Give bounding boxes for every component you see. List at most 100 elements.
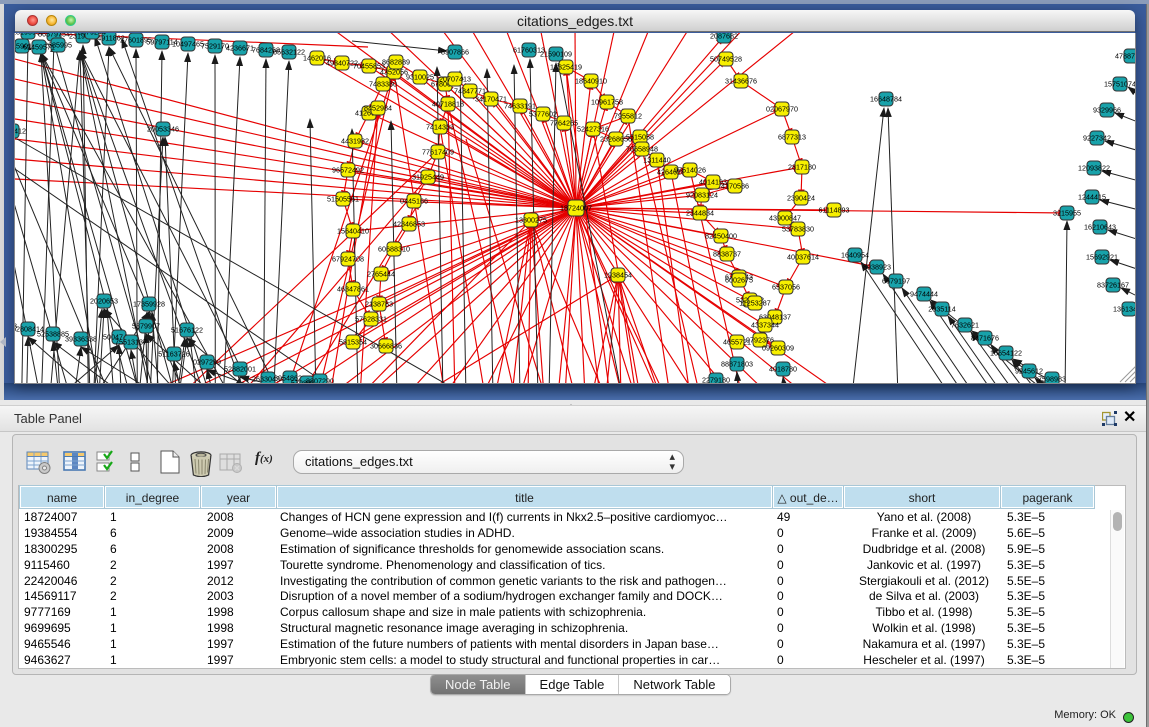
svg-text:21590109: 21590109 xyxy=(540,50,572,59)
svg-text:2390424: 2390424 xyxy=(787,194,815,203)
svg-text:75513137: 75513137 xyxy=(115,338,147,347)
svg-text:13300275: 13300275 xyxy=(515,216,547,225)
svg-text:50749528: 50749528 xyxy=(710,55,742,64)
svg-text:1938454: 1938454 xyxy=(604,271,632,280)
svg-text:7777412: 7777412 xyxy=(15,127,26,136)
svg-text:34170471: 34170471 xyxy=(475,95,507,104)
svg-text:0297299: 0297299 xyxy=(193,358,221,367)
svg-text:15751074: 15751074 xyxy=(1104,80,1135,89)
svg-text:2020653: 2020653 xyxy=(90,297,118,306)
svg-text:8838737: 8838737 xyxy=(713,250,741,259)
svg-text:4337344: 4337344 xyxy=(751,321,779,330)
svg-text:31436676: 31436676 xyxy=(725,77,757,86)
svg-text:18640910: 18640910 xyxy=(575,77,607,86)
svg-text:96572492: 96572492 xyxy=(332,166,364,175)
svg-text:7483380: 7483380 xyxy=(369,80,397,89)
svg-text:17359928: 17359928 xyxy=(133,300,165,309)
svg-text:1640954: 1640954 xyxy=(841,251,869,260)
svg-text:2935114: 2935114 xyxy=(928,305,955,314)
svg-text:1244415: 1244415 xyxy=(1078,193,1106,202)
svg-text:16648784: 16648784 xyxy=(870,95,902,104)
svg-text:6679197: 6679197 xyxy=(882,277,910,286)
svg-text:8807290: 8807290 xyxy=(306,377,334,385)
svg-text:88871803: 88871803 xyxy=(721,360,753,369)
svg-text:40037614: 40037614 xyxy=(787,253,819,262)
svg-text:09260309: 09260309 xyxy=(762,344,794,353)
svg-text:7598983: 7598983 xyxy=(1038,375,1066,384)
svg-text:02067970: 02067970 xyxy=(766,105,798,114)
svg-text:11253287: 11253287 xyxy=(739,299,770,308)
svg-text:53783830: 53783830 xyxy=(782,225,814,234)
svg-text:3079244: 3079244 xyxy=(78,33,106,37)
svg-text:70658948: 70658948 xyxy=(626,145,658,154)
svg-text:60688310: 60688310 xyxy=(378,245,410,254)
svg-text:62459571: 62459571 xyxy=(23,43,55,52)
svg-text:5377602: 5377602 xyxy=(529,110,557,119)
svg-text:15692921: 15692921 xyxy=(1086,253,1118,262)
svg-text:20707413: 20707413 xyxy=(439,75,471,84)
svg-text:10497465: 10497465 xyxy=(172,40,204,49)
svg-text:2138783: 2138783 xyxy=(365,300,393,309)
svg-text:61114893: 61114893 xyxy=(819,206,850,215)
svg-text:47887838: 47887838 xyxy=(1115,52,1135,61)
svg-text:30666836: 30666836 xyxy=(370,342,402,351)
svg-text:15640410: 15640410 xyxy=(337,227,369,236)
svg-text:51163726: 51163726 xyxy=(158,350,189,359)
svg-text:7764265: 7764265 xyxy=(550,119,578,128)
svg-text:9329966: 9329966 xyxy=(1093,106,1121,115)
svg-text:4236671: 4236671 xyxy=(226,44,254,53)
svg-text:42346853: 42346853 xyxy=(393,220,425,229)
svg-text:7529170: 7529170 xyxy=(201,42,229,51)
svg-text:4655721: 4655721 xyxy=(723,338,751,347)
svg-text:8938923: 8938923 xyxy=(863,263,891,272)
svg-text:20053346: 20053346 xyxy=(147,125,179,134)
svg-text:0445166: 0445166 xyxy=(400,197,428,206)
svg-text:92083124: 92083124 xyxy=(686,191,718,200)
svg-text:9227342: 9227342 xyxy=(1083,134,1111,143)
svg-text:2279180: 2279180 xyxy=(702,376,730,385)
svg-text:52427316: 52427316 xyxy=(577,125,609,134)
svg-text:13613412: 13613412 xyxy=(1113,305,1135,314)
svg-text:8452984: 8452984 xyxy=(364,104,392,113)
svg-text:13325419: 13325419 xyxy=(550,63,582,72)
svg-text:9474444: 9474444 xyxy=(910,290,938,299)
svg-text:4018780: 4018780 xyxy=(769,365,797,374)
svg-text:8682889: 8682889 xyxy=(382,58,410,67)
svg-text:16210643: 16210643 xyxy=(1084,223,1116,232)
svg-text:8907866: 8907866 xyxy=(441,48,469,57)
svg-text:43900847: 43900847 xyxy=(769,214,801,223)
svg-text:77617409: 77617409 xyxy=(422,148,454,157)
svg-text:18724007: 18724007 xyxy=(560,204,592,213)
svg-text:39336338: 39336338 xyxy=(65,335,97,344)
svg-text:9310025: 9310025 xyxy=(406,73,434,82)
svg-text:57628331: 57628331 xyxy=(355,315,387,324)
svg-text:5515058: 5515058 xyxy=(626,133,654,142)
svg-text:97514026: 97514026 xyxy=(674,166,706,175)
svg-text:5379907: 5379907 xyxy=(132,322,160,331)
svg-text:2765444: 2765444 xyxy=(367,270,395,279)
svg-text:2087682: 2087682 xyxy=(710,33,738,41)
svg-text:7632621: 7632621 xyxy=(951,321,979,330)
svg-text:3215955: 3215955 xyxy=(1053,209,1081,218)
svg-text:51505561: 51505561 xyxy=(327,195,359,204)
svg-text:8471676: 8471676 xyxy=(971,334,999,343)
svg-text:31925449: 31925449 xyxy=(412,173,444,182)
svg-text:46347861: 46347861 xyxy=(337,285,369,294)
svg-text:7414333: 7414333 xyxy=(426,123,454,132)
svg-text:1311440: 1311440 xyxy=(643,156,670,165)
svg-text:6002675: 6002675 xyxy=(725,276,753,285)
svg-text:4170586: 4170586 xyxy=(721,182,749,191)
svg-text:65632122: 65632122 xyxy=(273,48,305,57)
svg-text:40718818: 40718818 xyxy=(432,100,464,109)
svg-text:4431982: 4431982 xyxy=(341,137,369,146)
svg-text:51676122: 51676122 xyxy=(171,326,203,335)
svg-text:2344834: 2344834 xyxy=(686,209,714,218)
svg-text:5815354: 5815354 xyxy=(339,338,367,347)
svg-text:82450400: 82450400 xyxy=(705,232,737,241)
svg-text:2817180: 2817180 xyxy=(788,163,816,172)
svg-text:12093822: 12093822 xyxy=(1078,164,1110,173)
svg-text:67924708: 67924708 xyxy=(332,255,364,264)
svg-text:7955812: 7955812 xyxy=(614,112,642,121)
svg-text:6877313: 6877313 xyxy=(778,133,806,142)
svg-text:83726167: 83726167 xyxy=(1097,281,1129,290)
